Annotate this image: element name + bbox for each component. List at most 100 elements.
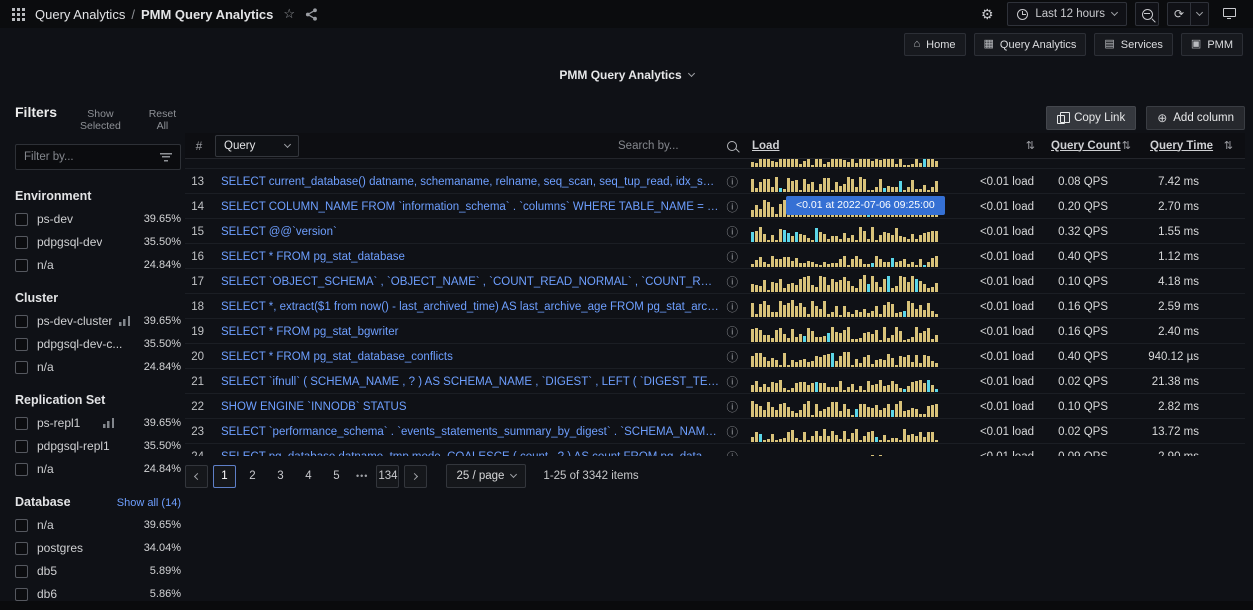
filter-checkbox[interactable]	[15, 588, 28, 601]
load-cell[interactable]: <0.01 load	[745, 219, 1042, 244]
filter-checkbox[interactable]	[15, 338, 28, 351]
query-link[interactable]: SELECT *, extract($1 from now() - last_a…	[221, 301, 720, 313]
page-button-4[interactable]: 4	[297, 465, 320, 488]
breadcrumb-section[interactable]: Query Analytics	[35, 7, 125, 22]
page-button-5[interactable]: 5	[325, 465, 348, 488]
prev-page-button[interactable]	[185, 465, 208, 488]
zoom-out-button[interactable]	[1135, 2, 1159, 26]
info-icon[interactable]: ⓘ	[727, 324, 739, 340]
query-link[interactable]: SELECT `performance_schema` . `events_st…	[221, 426, 720, 438]
kiosk-mode-button[interactable]	[1217, 2, 1241, 26]
filter-item-label[interactable]: pdpgsql-dev-c...	[37, 337, 122, 351]
filter-checkbox[interactable]	[15, 213, 28, 226]
star-icon[interactable]: ☆	[283, 6, 295, 22]
load-cell[interactable]: <0.01 load	[745, 269, 1042, 294]
page-button-3[interactable]: 3	[269, 465, 292, 488]
info-icon[interactable]: ⓘ	[727, 299, 739, 315]
apps-grid-icon[interactable]	[12, 8, 25, 21]
load-cell[interactable]: <0.01 load	[745, 294, 1042, 319]
dashboard-settings-button[interactable]: ⚙	[975, 2, 999, 26]
quicklink-query-analytics[interactable]: ▦ Query Analytics	[974, 33, 1087, 56]
dashboard-title[interactable]: PMM Query Analytics	[0, 68, 1253, 82]
filter-checkbox[interactable]	[15, 361, 28, 374]
info-icon[interactable]: ⓘ	[727, 274, 739, 290]
breadcrumb-page[interactable]: PMM Query Analytics	[141, 7, 273, 22]
query-link[interactable]: SELECT COLUMN_NAME FROM `information_sch…	[221, 201, 720, 213]
filter-item-label[interactable]: ps-dev	[37, 212, 73, 226]
load-cell[interactable]: <0.01 load	[745, 169, 1042, 194]
column-header-query-time[interactable]: Query Time ⇅	[1140, 133, 1245, 158]
filter-checkbox[interactable]	[15, 463, 28, 476]
load-cell[interactable]: <0.01 load	[745, 369, 1042, 394]
query-link[interactable]: SELECT * FROM pg_stat_bgwriter	[221, 326, 720, 338]
page-size-select[interactable]: 25 / page	[446, 464, 526, 488]
share-icon[interactable]	[305, 8, 318, 21]
show-all-link[interactable]: Show all (14)	[117, 497, 181, 509]
info-icon[interactable]: ⓘ	[727, 224, 739, 240]
filter-item-label[interactable]: n/a	[37, 360, 54, 374]
quicklink-home[interactable]: ⌂ Home	[904, 33, 966, 56]
filter-item-label[interactable]: ps-dev-cluster	[37, 314, 112, 328]
query-link[interactable]: SELECT pg_database.datname, tmp.mode, CO…	[221, 451, 720, 457]
query-link[interactable]: SELECT * FROM pg_stat_database_conflicts	[221, 351, 720, 363]
filter-item-label[interactable]: pdpgsql-repl1	[37, 439, 110, 453]
filter-checkbox[interactable]	[15, 315, 28, 328]
filter-item-label[interactable]: postgres	[37, 541, 83, 555]
refresh-button[interactable]: ⟳	[1167, 2, 1191, 26]
filter-item-label[interactable]: db5	[37, 564, 57, 578]
search-icon[interactable]	[727, 141, 737, 151]
info-icon[interactable]: ⓘ	[727, 174, 739, 190]
quicklink-pmm[interactable]: ▣ PMM	[1181, 33, 1243, 56]
page-button-134[interactable]: 134	[376, 465, 399, 488]
load-cell[interactable]: <0.01 load	[745, 444, 1042, 456]
pagination-ellipsis[interactable]: •••	[353, 471, 371, 481]
load-cell[interactable]: <0.01 load	[745, 419, 1042, 444]
copy-link-button[interactable]: Copy Link	[1046, 106, 1136, 130]
load-cell[interactable]: <0.01 load	[745, 244, 1042, 269]
filter-checkbox[interactable]	[15, 259, 28, 272]
page-button-2[interactable]: 2	[241, 465, 264, 488]
filter-checkbox[interactable]	[15, 417, 28, 430]
query-link[interactable]: SELECT @@`version`	[221, 226, 720, 238]
load-cell[interactable]: <0.01 load	[745, 319, 1042, 344]
filter-item-label[interactable]: ps-repl1	[37, 416, 80, 430]
filter-checkbox[interactable]	[15, 565, 28, 578]
filter-checkbox[interactable]	[15, 542, 28, 555]
info-icon[interactable]: ⓘ	[727, 349, 739, 365]
info-icon[interactable]: ⓘ	[727, 424, 739, 440]
search-input[interactable]	[618, 140, 718, 152]
filter-item-label[interactable]: db6	[37, 587, 57, 601]
quicklink-services[interactable]: ▤ Services	[1094, 33, 1173, 56]
column-header-query-count[interactable]: Query Count ⇅	[1042, 133, 1140, 158]
filter-item-label[interactable]: n/a	[37, 518, 54, 532]
add-column-button[interactable]: ⊕ Add column	[1146, 106, 1245, 130]
info-icon[interactable]: ⓘ	[727, 249, 739, 265]
query-link[interactable]: SELECT current_database() datname, schem…	[221, 176, 720, 188]
filter-checkbox[interactable]	[15, 519, 28, 532]
query-link[interactable]: SELECT * FROM pg_stat_database	[221, 251, 720, 263]
load-cell[interactable]: <0.01 load	[745, 344, 1042, 369]
query-link[interactable]: SELECT `OBJECT_SCHEMA` , `OBJECT_NAME` ,…	[221, 276, 720, 288]
info-icon[interactable]: ⓘ	[727, 199, 739, 215]
filter-checkbox[interactable]	[15, 236, 28, 249]
query-link[interactable]: SHOW ENGINE `INNODB` STATUS	[221, 401, 720, 413]
query-dimension-select[interactable]: Query	[215, 135, 299, 157]
reset-all-button[interactable]: Reset All	[144, 108, 181, 132]
refresh-interval-button[interactable]	[1191, 2, 1209, 26]
filter-item-label[interactable]: n/a	[37, 462, 54, 476]
query-link[interactable]: SELECT `ifnull` ( SCHEMA_NAME , ? ) AS S…	[221, 376, 720, 388]
info-icon[interactable]: ⓘ	[727, 449, 739, 457]
next-page-button[interactable]	[404, 465, 427, 488]
filter-search-input[interactable]	[24, 151, 154, 163]
page-button-1[interactable]: 1	[213, 465, 236, 488]
load-cell[interactable]	[745, 159, 1042, 169]
info-icon[interactable]: ⓘ	[727, 374, 739, 390]
filter-item-label[interactable]: pdpgsql-dev	[37, 235, 102, 249]
time-range-picker[interactable]: Last 12 hours	[1007, 2, 1127, 26]
show-selected-button[interactable]: Show Selected	[69, 108, 132, 132]
filter-item-label[interactable]: n/a	[37, 258, 54, 272]
column-header-load[interactable]: Load ⇅	[745, 133, 1042, 158]
filter-checkbox[interactable]	[15, 440, 28, 453]
info-icon[interactable]: ⓘ	[727, 399, 739, 415]
load-cell[interactable]: <0.01 load	[745, 394, 1042, 419]
